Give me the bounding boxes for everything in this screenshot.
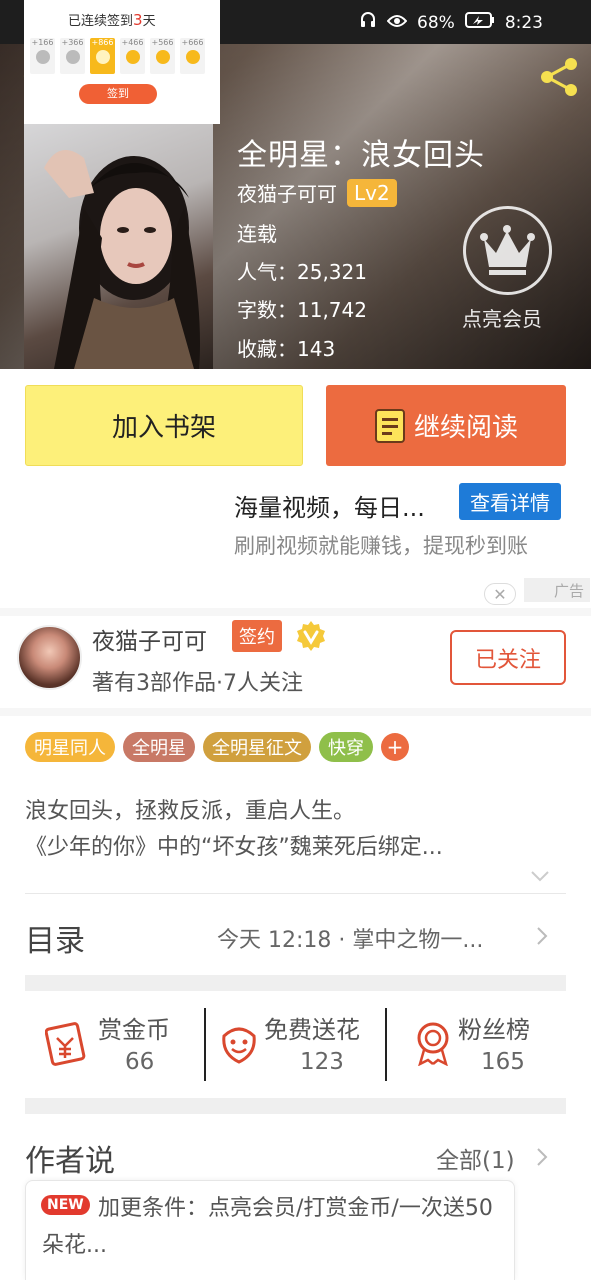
signed-badge: 签约: [232, 620, 282, 652]
headset-icon: [359, 11, 377, 34]
reward-day: +666: [180, 38, 205, 74]
follow-button[interactable]: 已关注: [450, 630, 566, 685]
vip-crown-button[interactable]: [463, 206, 552, 295]
divider: [385, 1008, 387, 1081]
add-to-shelf-button[interactable]: 加入书架: [25, 385, 303, 466]
vip-label[interactable]: 点亮会员: [462, 303, 542, 332]
book-cover[interactable]: [24, 118, 213, 369]
close-icon: ✕: [493, 584, 507, 604]
battery-percent: 68%: [417, 12, 455, 33]
section-divider: [0, 708, 591, 716]
book-title: 全明星：浪女回头: [237, 138, 485, 173]
fan-ranking-label: 粉丝榜: [458, 1016, 530, 1044]
section-divider: [0, 608, 591, 616]
ad-image-checkin-button: 签到: [79, 84, 157, 104]
ad-description[interactable]: 刷刷视频就能赚钱，提现秒到账: [234, 530, 564, 562]
book-author-name[interactable]: 夜猫子可可: [237, 178, 337, 207]
book-word-count: 字数：11,742: [237, 298, 367, 322]
reward-day: +366: [60, 38, 85, 74]
synopsis-line: 《少年的你》中的“坏女孩”魏莱死后绑定...: [25, 835, 443, 860]
author-post-text[interactable]: 加更条件：点亮会员/打赏金币/一次送50朵花...: [42, 1190, 502, 1264]
ad-image-rewards: +166 +366 +866 +466 +566 +666: [30, 38, 205, 74]
medal-icon: [417, 1022, 449, 1066]
cover-portrait-image: [44, 150, 200, 369]
reward-coins-label: 赏金币: [98, 1016, 170, 1044]
tag-item[interactable]: 全明星征文: [203, 732, 311, 762]
ad-title[interactable]: 海量视频，每日...: [234, 488, 425, 523]
clock: 8:23: [504, 12, 543, 33]
reward-coins-button[interactable]: 赏金币 66: [45, 1008, 195, 1082]
add-tag-button[interactable]: +: [381, 733, 409, 761]
new-badge: NEW: [41, 1195, 90, 1215]
author-name[interactable]: 夜猫子可可: [92, 622, 207, 656]
ad-image[interactable]: 已连续签到3天 +166 +366 +866 +466 +566 +666 签到: [24, 0, 220, 124]
book-icon: [374, 408, 405, 443]
divider: [204, 1008, 206, 1081]
share-button[interactable]: [538, 55, 582, 99]
tag-item[interactable]: 全明星: [123, 732, 195, 762]
tag-item[interactable]: 快穿: [319, 732, 373, 762]
fan-ranking-count: 165: [481, 1049, 525, 1075]
send-flowers-count: 123: [300, 1049, 344, 1075]
section-band: [25, 1098, 566, 1114]
ad-view-details-button[interactable]: 查看详情: [459, 483, 561, 520]
continue-reading-button[interactable]: 继续阅读: [326, 385, 566, 466]
ad-label: 广告: [524, 578, 590, 602]
author-says-chevron-right-icon[interactable]: [536, 1147, 548, 1167]
verified-v-icon: [295, 620, 327, 652]
red-envelope-icon: [45, 1022, 86, 1066]
toc-label[interactable]: 目录: [25, 916, 85, 960]
book-synopsis[interactable]: 浪女回头，拯救反派，重启人生。 《少年的你》中的“坏女孩”魏莱死后绑定...: [25, 794, 555, 866]
eye-icon: [386, 13, 408, 33]
tag-item[interactable]: 明星同人: [25, 732, 115, 762]
reward-day: +166: [30, 38, 55, 74]
book-status: 连载: [237, 222, 277, 246]
synopsis-line: 浪女回头，拯救反派，重启人生。: [25, 799, 356, 824]
ad-close-button[interactable]: ✕: [484, 583, 516, 605]
send-flowers-label: 免费送花: [264, 1016, 360, 1044]
author-says-label: 作者说: [25, 1144, 115, 1179]
reward-day: +566: [150, 38, 175, 74]
reward-coins-count: 66: [125, 1049, 155, 1075]
tag-list: 明星同人 全明星 全明星征文 快穿 +: [25, 732, 409, 762]
crown-icon: [480, 225, 535, 275]
flower-icon: [222, 1027, 256, 1064]
ad-image-headline: 已连续签到3天: [68, 11, 156, 29]
share-icon: [541, 58, 577, 96]
toc-chevron-right-icon[interactable]: [536, 926, 548, 946]
latest-chapter[interactable]: 今天 12:18 · 掌中之物一...: [217, 922, 529, 954]
author-says-all-link[interactable]: 全部(1): [436, 1141, 515, 1175]
send-flowers-button[interactable]: 免费送花 123: [216, 1008, 381, 1082]
author-stats: 著有3部作品·7人关注: [92, 671, 303, 696]
section-band: [25, 975, 566, 991]
battery-icon: [464, 12, 495, 33]
book-popularity: 人气：25,321: [237, 260, 367, 284]
continue-reading-label: 继续阅读: [413, 413, 518, 443]
author-avatar[interactable]: [17, 625, 82, 690]
fan-ranking-button[interactable]: 粉丝榜 165: [410, 1008, 566, 1082]
expand-synopsis-button[interactable]: [530, 868, 550, 882]
chevron-down-icon: [531, 871, 549, 882]
divider: [25, 893, 566, 894]
book-favorites: 收藏：143: [237, 337, 336, 361]
reward-day: +466: [120, 38, 145, 74]
book-author-line: 夜猫子可可 Lv2: [237, 178, 397, 207]
reward-day-current: +866: [90, 38, 115, 74]
author-level-badge: Lv2: [347, 178, 397, 207]
